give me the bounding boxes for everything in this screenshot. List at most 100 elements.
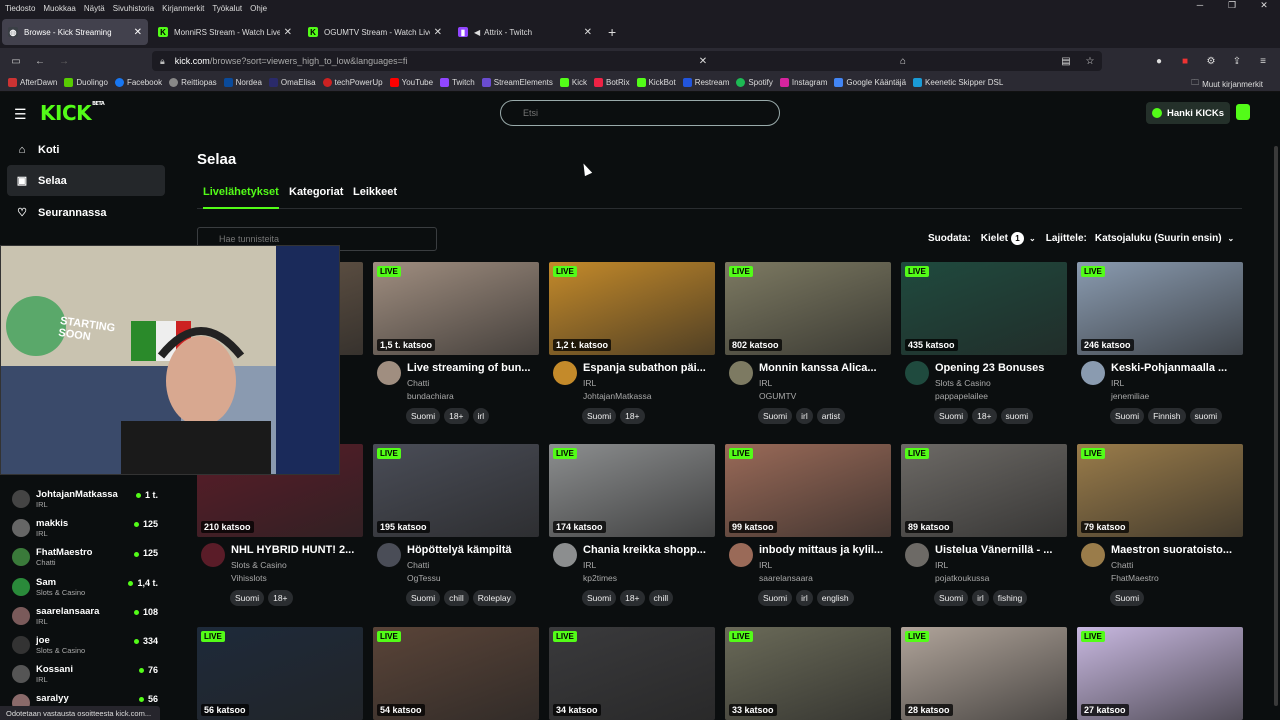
tag-pill[interactable]: irl	[472, 408, 490, 424]
stream-card[interactable]: LIVE 246 katsoo Keski-Pohjanmaalla ... IRL j…	[1077, 262, 1243, 425]
bookmark-item[interactable]: Twitch	[440, 78, 475, 87]
stream-thumbnail[interactable]: LIVE 33 katsoo	[725, 627, 891, 720]
tag-pill[interactable]: chill	[444, 590, 469, 606]
stream-thumbnail[interactable]: LIVE 435 katsoo	[901, 262, 1067, 355]
stream-thumbnail[interactable]: LIVE 89 katsoo	[901, 444, 1067, 537]
stream-title[interactable]: inbody mittaus ja kylil...	[759, 544, 889, 556]
menu-tools[interactable]: Työkalut	[209, 4, 245, 13]
bookmark-item[interactable]: Kick	[559, 78, 587, 87]
stream-card[interactable]: LIVE 33 katsoo	[725, 627, 891, 720]
streamer-name[interactable]: Vihisslots	[231, 573, 267, 583]
streamer-name[interactable]: jenemiliae	[1111, 391, 1149, 401]
minimize-icon[interactable]: ─	[1184, 0, 1216, 11]
stream-category[interactable]: IRL	[759, 560, 772, 570]
tag-pill[interactable]: 18+	[268, 590, 293, 606]
bookmark-item[interactable]: YouTube	[389, 78, 433, 87]
bookmark-item[interactable]: Nordea	[223, 78, 262, 87]
bookmark-item[interactable]: Spotify	[736, 78, 773, 87]
stream-card[interactable]: LIVE 1,5 t. katsoo Live streaming of bun..…	[373, 262, 539, 425]
forward-icon[interactable]: →	[52, 56, 76, 67]
share-icon[interactable]: ⇪	[1224, 56, 1250, 67]
menu-help[interactable]: Ohje	[247, 4, 270, 13]
streamer-name[interactable]: pojatkoukussa	[935, 573, 989, 583]
following-channel[interactable]: FhatMaestro Chatti 125	[0, 544, 170, 573]
tag-pill[interactable]: Suomi	[406, 408, 441, 424]
following-channel[interactable]: makkis IRL 125	[0, 515, 170, 544]
streamer-avatar[interactable]	[1081, 543, 1105, 567]
close-window-icon[interactable]: ✕	[1248, 0, 1280, 11]
tag-pill[interactable]: chill	[648, 590, 674, 606]
stream-title[interactable]: Live streaming of bun...	[407, 362, 537, 374]
stream-title[interactable]: Opening 23 Bonuses	[935, 362, 1065, 374]
stream-title[interactable]: Monnin kanssa Alica...	[759, 362, 889, 374]
streamer-avatar[interactable]	[905, 361, 929, 385]
streamer-name[interactable]: FhatMaestro	[1111, 573, 1159, 583]
stream-title[interactable]: NHL HYBRID HUNT! 2...	[231, 544, 361, 556]
stream-category[interactable]: Chatti	[407, 560, 429, 570]
bookmark-item[interactable]: Keenetic Skipper DSL	[913, 78, 1003, 87]
following-channel[interactable]: Sam Slots & Casino 1,4 t.	[0, 574, 170, 603]
stream-title[interactable]: Espanja subathon päi...	[583, 362, 713, 374]
scrollbar-thumb[interactable]	[1274, 146, 1278, 706]
stream-card[interactable]: LIVE 174 katsoo Chania kreikka shopp... IRL…	[549, 444, 715, 607]
following-channel[interactable]: JohtajanMatkassa IRL 1 t.	[0, 486, 170, 515]
close-tab-icon[interactable]: ✕	[284, 27, 292, 38]
tag-pill[interactable]: Suomi	[1110, 408, 1145, 424]
following-channel[interactable]: joe Slots & Casino 334	[0, 632, 170, 661]
new-tab-button[interactable]: +	[608, 24, 616, 40]
extension-icon[interactable]: ■	[1172, 56, 1198, 67]
stream-thumbnail[interactable]: LIVE 79 katsoo	[1077, 444, 1243, 537]
stream-card[interactable]: LIVE 27 katsoo	[1077, 627, 1243, 720]
bookmark-item[interactable]: StreamElements	[481, 78, 553, 87]
scrollbar[interactable]	[1272, 134, 1280, 720]
stream-category[interactable]: IRL	[1111, 378, 1124, 388]
tag-pill[interactable]: Suomi	[230, 590, 265, 606]
stream-thumbnail[interactable]: LIVE 27 katsoo	[1077, 627, 1243, 720]
languages-dropdown[interactable]: Kielet 1 ⌄	[981, 232, 1036, 245]
stream-category[interactable]: Chatti	[1111, 560, 1133, 570]
menu-history[interactable]: Sivuhistoria	[110, 4, 157, 13]
streamer-name[interactable]: OgTessu	[407, 573, 441, 583]
stream-card[interactable]: LIVE 89 katsoo Uistelua Vänernillä - ... IR…	[901, 444, 1067, 607]
stream-category[interactable]: Chatti	[407, 378, 429, 388]
sidebar-item-home[interactable]: ⌂ Koti	[7, 134, 165, 165]
tag-pill[interactable]: Suomi	[406, 590, 441, 606]
kick-logo[interactable]: KICKBETA	[40, 101, 105, 125]
bookmark-item[interactable]: KickBot	[636, 78, 676, 87]
tag-pill[interactable]: irl	[972, 590, 989, 606]
bookmark-item[interactable]: AfterDawn	[8, 78, 57, 87]
tag-pill[interactable]: Suomi	[758, 408, 793, 424]
browser-tab[interactable]: ◍ Browse - Kick Streaming ✕	[2, 19, 148, 45]
tab-livestreams[interactable]: Livelähetykset	[203, 186, 279, 209]
tag-pill[interactable]: Suomi	[582, 408, 617, 424]
extensions-icon[interactable]: ⚙	[1198, 56, 1224, 67]
hamburger-menu-icon[interactable]: ☰	[14, 106, 27, 123]
stream-card[interactable]: LIVE 802 katsoo Monnin kanssa Alica... IRL O…	[725, 262, 891, 425]
other-bookmarks[interactable]: 🗀 Muut kirjanmerkit	[1191, 77, 1263, 91]
stream-category[interactable]: Slots & Casino	[935, 378, 991, 388]
stream-card[interactable]: LIVE 1,2 t. katsoo Espanja subathon päi...…	[549, 262, 715, 425]
stream-title[interactable]: Keski-Pohjanmaalla ...	[1111, 362, 1241, 374]
bookmark-item[interactable]: OmaElisa	[268, 78, 316, 87]
stream-card[interactable]: LIVE 28 katsoo	[901, 627, 1067, 720]
tab-clips[interactable]: Leikkeet	[353, 186, 397, 209]
streamer-name[interactable]: OGUMTV	[759, 391, 796, 401]
stream-thumbnail[interactable]: LIVE 1,5 t. katsoo	[373, 262, 539, 355]
back-icon[interactable]: ←	[28, 56, 52, 67]
stream-thumbnail[interactable]: LIVE 34 katsoo	[549, 627, 715, 720]
account-icon[interactable]: ●	[1146, 56, 1172, 67]
stream-title[interactable]: Uistelua Vänernillä - ...	[935, 544, 1065, 556]
tag-pill[interactable]: Roleplay	[472, 590, 516, 606]
home-icon[interactable]: ⌂	[890, 56, 916, 67]
streamer-avatar[interactable]	[905, 543, 929, 567]
stream-thumbnail[interactable]: LIVE 802 katsoo	[725, 262, 891, 355]
stream-title[interactable]: Höpöttelyä kämpiltä	[407, 544, 537, 556]
tag-pill[interactable]: Suomi	[934, 408, 969, 424]
user-avatar[interactable]	[1236, 104, 1250, 120]
tag-pill[interactable]: 18+	[972, 408, 997, 424]
tag-pill[interactable]: suomi	[1000, 408, 1034, 424]
stream-card[interactable]: LIVE 56 katsoo	[197, 627, 363, 720]
stream-category[interactable]: Slots & Casino	[231, 560, 287, 570]
sidebar-item-browse[interactable]: ▣ Selaa	[7, 165, 165, 196]
streamer-avatar[interactable]	[553, 361, 577, 385]
